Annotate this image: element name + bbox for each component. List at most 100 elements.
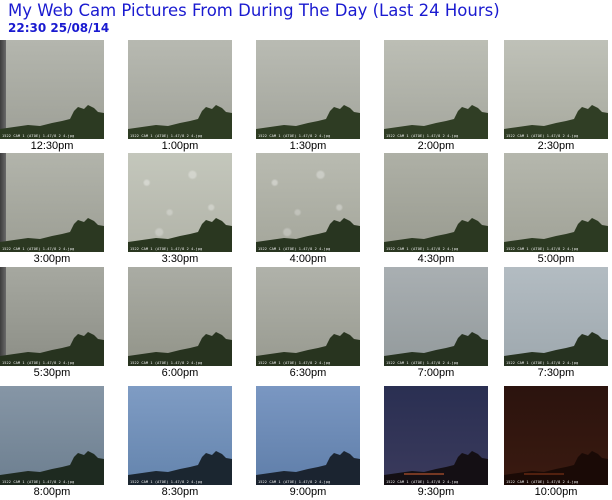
webcam-thumbnail: 1522 CAM 1 (ATOE) 1.47/8 2 4.jpg 4:00pm [256, 153, 360, 267]
webcam-thumbnail: 1522 CAM 1 (ATOE) 1.47/8 2 4.jpg 6:00pm [128, 267, 232, 381]
webcam-thumbnail: 1522 CAM 1 (ATOE) 1.47/8 2 4.jpg 3:30pm [128, 153, 232, 267]
thumbnail-time-label: 6:00pm [161, 367, 199, 379]
image-stamp: 1522 CAM 1 (ATOE) 1.47/8 2 4.jpg [258, 247, 331, 251]
webcam-thumbnail: 1522 CAM 1 (ATOE) 1.47/8 2 4.jpg 7:30pm [504, 267, 608, 381]
thumbnail-time-label: 7:00pm [417, 367, 455, 379]
webcam-thumbnail: 1522 CAM 1 (ATOE) 1.47/8 2 4.jpg 2:00pm [384, 40, 488, 154]
thumbnail-time-label: 9:00pm [289, 486, 327, 498]
landscape-image [256, 105, 360, 139]
webcam-thumbnail: 1522 CAM 1 (ATOE) 1.47/8 2 4.jpg 5:30pm [0, 267, 104, 381]
thumbnail-time-label: 2:00pm [417, 140, 455, 152]
thumbnail-time-label: 3:00pm [33, 253, 71, 265]
webcam-thumbnail-image[interactable]: 1522 CAM 1 (ATOE) 1.47/8 2 4.jpg [384, 267, 488, 366]
landscape-image [0, 451, 104, 485]
webcam-thumbnail: 1522 CAM 1 (ATOE) 1.47/8 2 4.jpg 3:00pm [0, 153, 104, 267]
image-stamp: 1522 CAM 1 (ATOE) 1.47/8 2 4.jpg [386, 247, 459, 251]
thumbnail-time-label: 5:00pm [537, 253, 575, 265]
webcam-thumbnail-image[interactable]: 1522 CAM 1 (ATOE) 1.47/8 2 4.jpg [0, 153, 104, 252]
image-stamp: 1522 CAM 1 (ATOE) 1.47/8 2 4.jpg [506, 134, 579, 138]
thumbnail-time-label: 4:00pm [289, 253, 327, 265]
image-stamp: 1522 CAM 1 (ATOE) 1.47/8 2 4.jpg [506, 247, 579, 251]
webcam-thumbnail-image[interactable]: 1522 CAM 1 (ATOE) 1.47/8 2 4.jpg [128, 153, 232, 252]
page-title: My Web Cam Pictures From During The Day … [8, 1, 500, 20]
image-stamp: 1522 CAM 1 (ATOE) 1.47/8 2 4.jpg [130, 361, 203, 365]
thumbnail-time-label: 1:00pm [161, 140, 199, 152]
webcam-thumbnail: 1522 CAM 1 (ATOE) 1.47/8 2 4.jpg 8:00pm [0, 386, 104, 500]
image-stamp: 1522 CAM 1 (ATOE) 1.47/8 2 4.jpg [258, 134, 331, 138]
thumbnail-time-label: 10:00pm [534, 486, 578, 498]
landscape-image [256, 332, 360, 366]
landscape-image [0, 105, 104, 139]
webcam-thumbnail-image[interactable]: 1522 CAM 1 (ATOE) 1.47/8 2 4.jpg [504, 267, 608, 366]
webcam-thumbnail: 1522 CAM 1 (ATOE) 1.47/8 2 4.jpg 8:30pm [128, 386, 232, 500]
webcam-thumbnail: 1522 CAM 1 (ATOE) 1.47/8 2 4.jpg 4:30pm [384, 153, 488, 267]
webcam-thumbnail-image[interactable]: 1522 CAM 1 (ATOE) 1.47/8 2 4.jpg [504, 386, 608, 485]
image-stamp: 1522 CAM 1 (ATOE) 1.47/8 2 4.jpg [130, 134, 203, 138]
landscape-image [0, 332, 104, 366]
webcam-thumbnail: 1522 CAM 1 (ATOE) 1.47/8 2 4.jpg 9:00pm [256, 386, 360, 500]
image-stamp: 1522 CAM 1 (ATOE) 1.47/8 2 4.jpg [2, 134, 75, 138]
webcam-thumbnail-image[interactable]: 1522 CAM 1 (ATOE) 1.47/8 2 4.jpg [504, 40, 608, 139]
webcam-thumbnail-image[interactable]: 1522 CAM 1 (ATOE) 1.47/8 2 4.jpg [384, 40, 488, 139]
image-stamp: 1522 CAM 1 (ATOE) 1.47/8 2 4.jpg [258, 480, 331, 484]
thumbnail-time-label: 3:30pm [161, 253, 199, 265]
thumbnail-time-label: 8:00pm [33, 486, 71, 498]
landscape-image [384, 332, 488, 366]
image-stamp: 1522 CAM 1 (ATOE) 1.47/8 2 4.jpg [130, 247, 203, 251]
landscape-image [256, 451, 360, 485]
image-stamp: 1522 CAM 1 (ATOE) 1.47/8 2 4.jpg [2, 247, 75, 251]
thumbnail-time-label: 9:30pm [417, 486, 455, 498]
webcam-thumbnail-image[interactable]: 1522 CAM 1 (ATOE) 1.47/8 2 4.jpg [0, 267, 104, 366]
thumbnail-time-label: 5:30pm [33, 367, 71, 379]
webcam-thumbnail-image[interactable]: 1522 CAM 1 (ATOE) 1.47/8 2 4.jpg [256, 386, 360, 485]
landscape-image [504, 451, 608, 485]
thumbnail-time-label: 6:30pm [289, 367, 327, 379]
webcam-thumbnail-image[interactable]: 1522 CAM 1 (ATOE) 1.47/8 2 4.jpg [256, 40, 360, 139]
image-stamp: 1522 CAM 1 (ATOE) 1.47/8 2 4.jpg [258, 361, 331, 365]
image-stamp: 1522 CAM 1 (ATOE) 1.47/8 2 4.jpg [506, 361, 579, 365]
image-stamp: 1522 CAM 1 (ATOE) 1.47/8 2 4.jpg [506, 480, 579, 484]
webcam-thumbnail: 1522 CAM 1 (ATOE) 1.47/8 2 4.jpg 12:30pm [0, 40, 104, 154]
landscape-image [128, 332, 232, 366]
landscape-image [0, 218, 104, 252]
image-stamp: 1522 CAM 1 (ATOE) 1.47/8 2 4.jpg [2, 480, 75, 484]
webcam-thumbnail-image[interactable]: 1522 CAM 1 (ATOE) 1.47/8 2 4.jpg [384, 153, 488, 252]
webcam-thumbnail: 1522 CAM 1 (ATOE) 1.47/8 2 4.jpg 1:00pm [128, 40, 232, 154]
webcam-thumbnail-image[interactable]: 1522 CAM 1 (ATOE) 1.47/8 2 4.jpg [128, 386, 232, 485]
thumbnail-time-label: 2:30pm [537, 140, 575, 152]
image-stamp: 1522 CAM 1 (ATOE) 1.47/8 2 4.jpg [130, 480, 203, 484]
webcam-thumbnail-image[interactable]: 1522 CAM 1 (ATOE) 1.47/8 2 4.jpg [0, 386, 104, 485]
webcam-thumbnail-image[interactable]: 1522 CAM 1 (ATOE) 1.47/8 2 4.jpg [256, 153, 360, 252]
landscape-image [384, 218, 488, 252]
landscape-image [384, 105, 488, 139]
image-stamp: 1522 CAM 1 (ATOE) 1.47/8 2 4.jpg [2, 361, 75, 365]
landscape-image [128, 218, 232, 252]
webcam-thumbnail-image[interactable]: 1522 CAM 1 (ATOE) 1.47/8 2 4.jpg [128, 267, 232, 366]
webcam-thumbnail: 1522 CAM 1 (ATOE) 1.47/8 2 4.jpg 10:00pm [504, 386, 608, 500]
landscape-image [504, 218, 608, 252]
page-timestamp: 22:30 25/08/14 [8, 21, 110, 35]
webcam-thumbnail-image[interactable]: 1522 CAM 1 (ATOE) 1.47/8 2 4.jpg [384, 386, 488, 485]
image-stamp: 1522 CAM 1 (ATOE) 1.47/8 2 4.jpg [386, 134, 459, 138]
webcam-thumbnail-image[interactable]: 1522 CAM 1 (ATOE) 1.47/8 2 4.jpg [128, 40, 232, 139]
thumbnail-time-label: 4:30pm [417, 253, 455, 265]
webcam-thumbnail: 1522 CAM 1 (ATOE) 1.47/8 2 4.jpg 2:30pm [504, 40, 608, 154]
thumbnail-time-label: 1:30pm [289, 140, 327, 152]
webcam-thumbnail: 1522 CAM 1 (ATOE) 1.47/8 2 4.jpg 1:30pm [256, 40, 360, 154]
landscape-image [128, 105, 232, 139]
webcam-thumbnail: 1522 CAM 1 (ATOE) 1.47/8 2 4.jpg 9:30pm [384, 386, 488, 500]
thumbnail-time-label: 12:30pm [30, 140, 74, 152]
webcam-thumbnail-image[interactable]: 1522 CAM 1 (ATOE) 1.47/8 2 4.jpg [504, 153, 608, 252]
landscape-image [256, 218, 360, 252]
thumbnail-time-label: 8:30pm [161, 486, 199, 498]
landscape-image [128, 451, 232, 485]
image-stamp: 1522 CAM 1 (ATOE) 1.47/8 2 4.jpg [386, 480, 459, 484]
webcam-thumbnail: 1522 CAM 1 (ATOE) 1.47/8 2 4.jpg 5:00pm [504, 153, 608, 267]
webcam-thumbnail-image[interactable]: 1522 CAM 1 (ATOE) 1.47/8 2 4.jpg [0, 40, 104, 139]
landscape-image [504, 332, 608, 366]
webcam-thumbnail: 1522 CAM 1 (ATOE) 1.47/8 2 4.jpg 7:00pm [384, 267, 488, 381]
webcam-thumbnail-image[interactable]: 1522 CAM 1 (ATOE) 1.47/8 2 4.jpg [256, 267, 360, 366]
landscape-image [384, 451, 488, 485]
landscape-image [504, 105, 608, 139]
image-stamp: 1522 CAM 1 (ATOE) 1.47/8 2 4.jpg [386, 361, 459, 365]
